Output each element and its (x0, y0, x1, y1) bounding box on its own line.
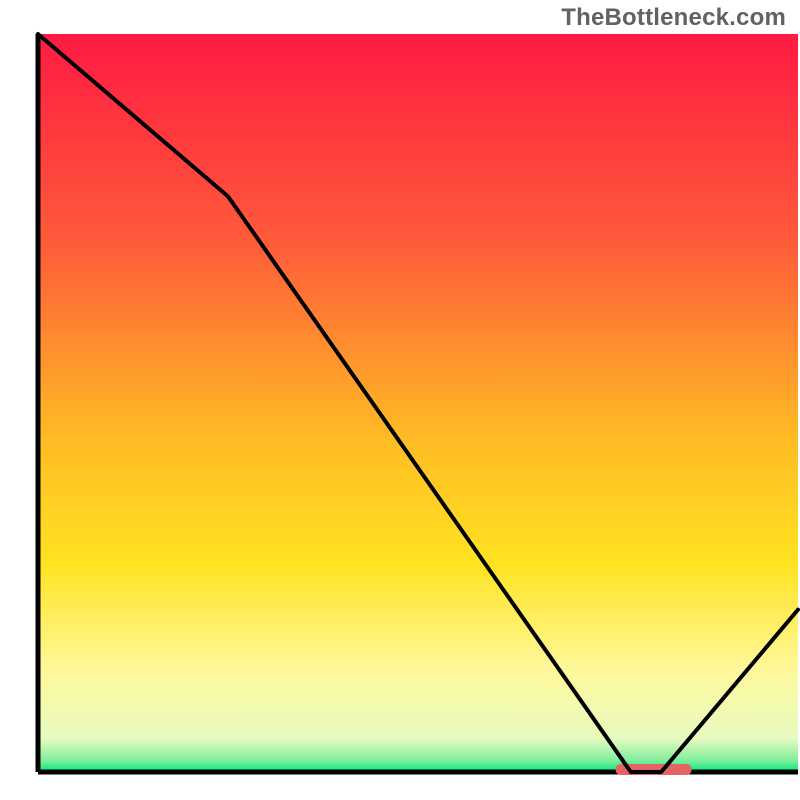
bottleneck-chart (0, 0, 800, 800)
attribution-label: TheBottleneck.com (561, 4, 786, 32)
chart-container: TheBottleneck.com (0, 0, 800, 800)
plot-background (38, 34, 798, 772)
